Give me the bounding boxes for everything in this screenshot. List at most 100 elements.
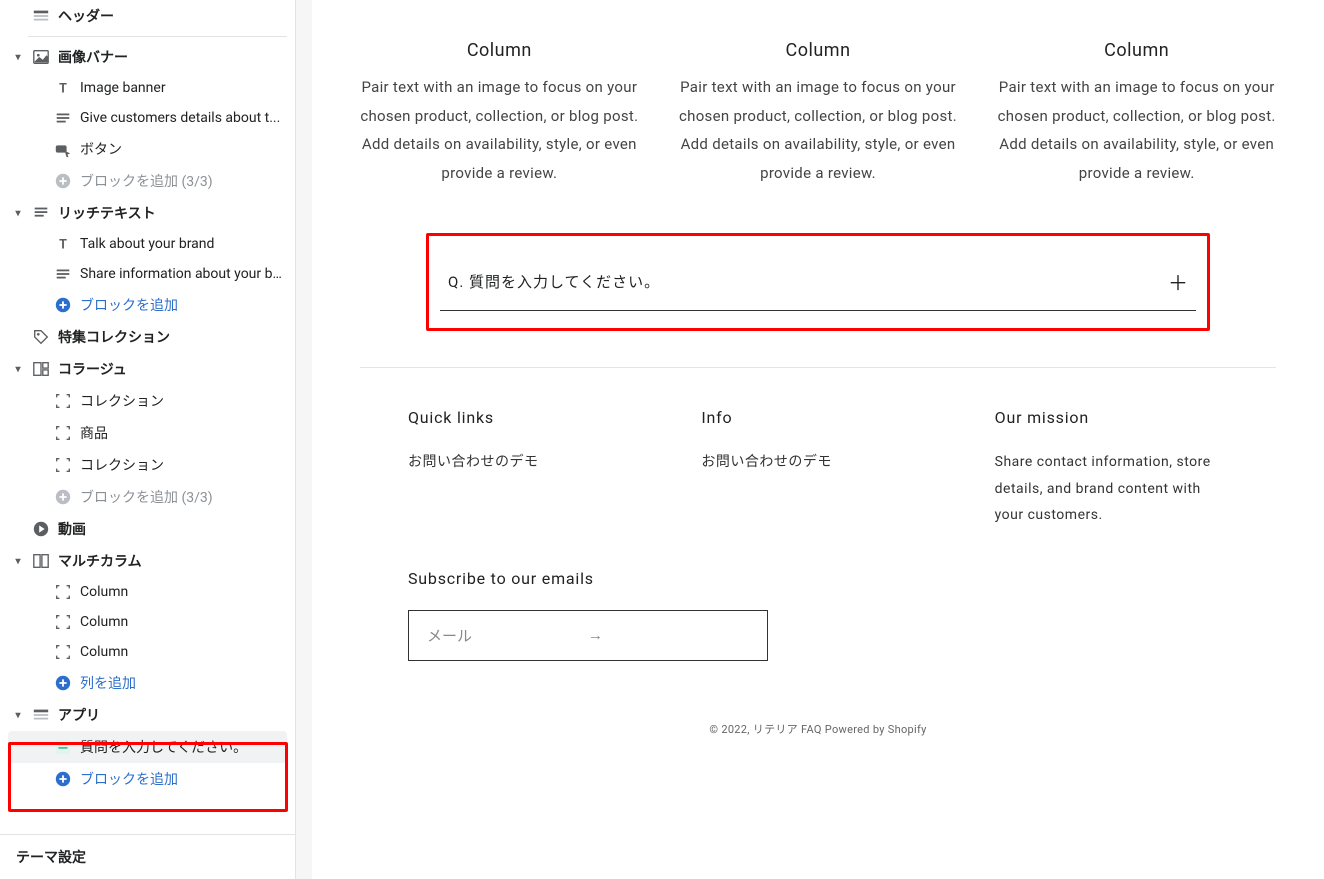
block-image-banner[interactable]: T Image banner xyxy=(8,73,287,103)
plus-circle-icon xyxy=(54,770,72,788)
block-column[interactable]: Column xyxy=(8,577,287,607)
footer-col-title: Info xyxy=(701,408,934,427)
plus-circle-icon xyxy=(54,172,72,190)
section-apps[interactable]: ▾ アプリ xyxy=(8,699,287,731)
frame-icon xyxy=(54,583,72,601)
column-text: Pair text with an image to focus on your… xyxy=(997,73,1276,187)
header-icon xyxy=(32,7,50,25)
block-label: Give customers details about t... xyxy=(80,110,280,126)
block-text[interactable]: Share information about your b... xyxy=(8,259,287,289)
block-collection[interactable]: コレクション xyxy=(8,385,287,417)
image-icon xyxy=(32,48,50,66)
add-column-button[interactable]: 列を追加 xyxy=(8,667,287,699)
section-label: マルチカラム xyxy=(58,551,142,571)
column-title: Column xyxy=(360,40,639,61)
svg-text:T: T xyxy=(59,82,67,97)
paragraph-icon xyxy=(54,109,72,127)
caret-down-icon: ▾ xyxy=(12,709,24,721)
tag-icon xyxy=(32,328,50,346)
section-featured-collection[interactable]: 特集コレクション xyxy=(8,321,287,353)
add-block-label: ブロックを追加 (3/3) xyxy=(80,487,213,507)
block-text[interactable]: Give customers details about t... xyxy=(8,103,287,133)
copyright-year: © 2022, xyxy=(709,723,752,736)
column-text: Pair text with an image to focus on your… xyxy=(679,73,958,187)
block-button[interactable]: ボタン xyxy=(8,133,287,165)
heading-icon: T xyxy=(54,235,72,253)
section-label: リッチテキスト xyxy=(58,203,156,223)
section-header[interactable]: ヘッダー xyxy=(8,0,287,32)
divider xyxy=(28,36,287,37)
add-block-label: ブロックを追加 (3/3) xyxy=(80,171,213,191)
theme-settings-label: テーマ設定 xyxy=(16,850,86,866)
section-label: 画像バナー xyxy=(58,47,128,67)
store-link[interactable]: リテリア FAQ xyxy=(753,723,822,736)
footer-mission: Our mission Share contact information, s… xyxy=(995,408,1228,529)
block-label: コレクション xyxy=(80,391,164,411)
frame-icon xyxy=(54,643,72,661)
caret-down-icon: ▾ xyxy=(12,363,24,375)
footer-subscribe: Subscribe to our emails メール → xyxy=(408,569,1228,661)
column-3[interactable]: Column Pair text with an image to focus … xyxy=(997,40,1276,187)
footer-text: Share contact information, store details… xyxy=(995,449,1228,529)
paragraph-icon xyxy=(32,204,50,222)
plus-icon[interactable]: ＋ xyxy=(1168,267,1188,296)
svg-text:T: T xyxy=(59,238,67,253)
email-input[interactable]: メール → xyxy=(408,610,768,661)
block-label: Share information about your b... xyxy=(80,266,283,282)
section-label: ヘッダー xyxy=(58,6,114,26)
add-block-button[interactable]: ブロックを追加 xyxy=(8,289,287,321)
block-label: Column xyxy=(80,584,128,600)
plus-circle-icon xyxy=(54,674,72,692)
section-collage[interactable]: ▾ コラージュ xyxy=(8,353,287,385)
footer-link[interactable]: お問い合わせのデモ xyxy=(701,454,832,470)
footer-section: Quick links お問い合わせのデモ Info お問い合わせのデモ Our… xyxy=(360,367,1276,757)
plus-circle-icon xyxy=(54,488,72,506)
section-multicolumn[interactable]: ▾ マルチカラム xyxy=(8,545,287,577)
column-1[interactable]: Column Pair text with an image to focus … xyxy=(360,40,639,187)
faq-section[interactable]: Q. 質問を入力してください。 ＋ xyxy=(430,237,1206,327)
email-placeholder: メール xyxy=(427,625,588,646)
frame-icon xyxy=(54,392,72,410)
caret-down-icon: ▾ xyxy=(12,555,24,567)
theme-settings-button[interactable]: テーマ設定 xyxy=(0,834,295,879)
block-label: Column xyxy=(80,644,128,660)
section-image-banner[interactable]: ▾ 画像バナー xyxy=(8,41,287,73)
column-title: Column xyxy=(679,40,958,61)
column-text: Pair text with an image to focus on your… xyxy=(360,73,639,187)
column-title: Column xyxy=(997,40,1276,61)
block-label: Talk about your brand xyxy=(80,236,214,252)
arrow-right-icon[interactable]: → xyxy=(588,626,749,644)
footer-copyright: © 2022, リテリア FAQ Powered by Shopify xyxy=(408,721,1228,737)
multicolumn-section: Column Pair text with an image to focus … xyxy=(360,40,1276,187)
section-label: アプリ xyxy=(58,705,100,725)
frame-icon xyxy=(54,424,72,442)
block-label: Image banner xyxy=(80,80,166,96)
add-block-disabled: ブロックを追加 (3/3) xyxy=(8,165,287,197)
column-2[interactable]: Column Pair text with an image to focus … xyxy=(679,40,958,187)
section-video[interactable]: 動画 xyxy=(8,513,287,545)
add-block-label: 列を追加 xyxy=(80,673,136,693)
footer-col-title: Our mission xyxy=(995,408,1228,427)
section-rich-text[interactable]: ▾ リッチテキスト xyxy=(8,197,287,229)
block-column[interactable]: Column xyxy=(8,607,287,637)
subscribe-title: Subscribe to our emails xyxy=(408,569,1228,588)
block-collection[interactable]: コレクション xyxy=(8,449,287,481)
block-faq-question[interactable]: 質問を入力してください。 xyxy=(8,731,287,763)
play-icon xyxy=(32,520,50,538)
footer-link[interactable]: お問い合わせのデモ xyxy=(408,454,539,470)
block-column[interactable]: Column xyxy=(8,637,287,667)
footer-col-title: Quick links xyxy=(408,408,641,427)
block-product[interactable]: 商品 xyxy=(8,417,287,449)
caret-down-icon: ▾ xyxy=(12,207,24,219)
block-label: ボタン xyxy=(80,139,122,159)
theme-preview: Column Pair text with an image to focus … xyxy=(296,0,1324,879)
block-heading[interactable]: T Talk about your brand xyxy=(8,229,287,259)
columns-icon xyxy=(32,552,50,570)
heading-icon: T xyxy=(54,79,72,97)
frame-icon xyxy=(54,456,72,474)
faq-question-text: Q. 質問を入力してください。 xyxy=(448,271,660,292)
collage-icon xyxy=(32,360,50,378)
faq-accordion-item[interactable]: Q. 質問を入力してください。 ＋ xyxy=(440,253,1196,311)
add-block-button[interactable]: ブロックを追加 xyxy=(8,763,287,795)
app-icon xyxy=(32,706,50,724)
